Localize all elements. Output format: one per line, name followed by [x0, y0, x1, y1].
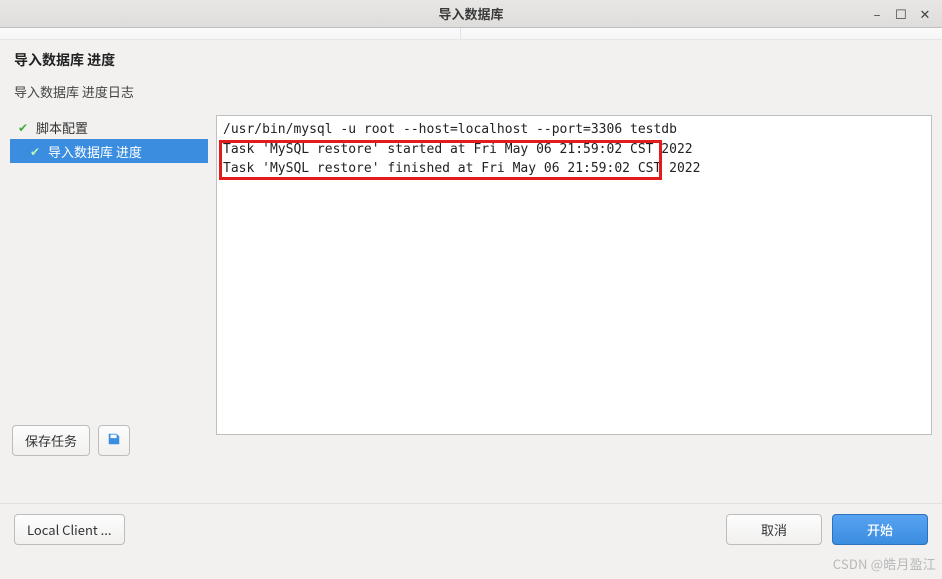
cancel-label: 取消	[761, 520, 787, 539]
start-button[interactable]: 开始	[832, 514, 928, 545]
tree-item-progress[interactable]: ✔ 导入数据库 进度	[10, 139, 208, 163]
titlebar: 导入数据库 – ☐ ✕	[0, 0, 942, 28]
page-title: 导入数据库 进度	[0, 40, 942, 76]
close-button[interactable]: ✕	[918, 7, 932, 21]
main-content: ✔ 脚本配置 ✔ 导入数据库 进度 保存任务 /usr/bin/mysql -u…	[0, 115, 942, 456]
tree-item-script-config[interactable]: ✔ 脚本配置	[10, 115, 208, 139]
check-icon: ✔	[30, 143, 42, 160]
page-subtitle: 导入数据库 进度日志	[0, 76, 942, 115]
maximize-button[interactable]: ☐	[894, 7, 908, 21]
footer-actions: 取消 开始	[726, 514, 928, 545]
sidebar-actions: 保存任务	[10, 425, 208, 456]
log-line: Task 'MySQL restore' started at Fri May …	[223, 140, 925, 160]
sidebar: ✔ 脚本配置 ✔ 导入数据库 进度 保存任务	[10, 115, 208, 456]
export-script-button[interactable]	[98, 425, 130, 456]
save-icon	[107, 431, 121, 450]
save-task-button[interactable]: 保存任务	[12, 425, 90, 456]
window-title: 导入数据库	[0, 4, 942, 23]
minimize-button[interactable]: –	[870, 7, 884, 21]
local-client-button[interactable]: Local Client ...	[14, 514, 125, 545]
local-client-label: Local Client ...	[27, 520, 112, 539]
save-task-label: 保存任务	[25, 431, 77, 450]
tree-item-label: 导入数据库 进度	[48, 142, 142, 161]
cancel-button[interactable]: 取消	[726, 514, 822, 545]
log-panel[interactable]: /usr/bin/mysql -u root --host=localhost …	[216, 115, 932, 435]
watermark: CSDN @皓月盈江	[833, 554, 936, 573]
log-line: Task 'MySQL restore' finished at Fri May…	[223, 159, 925, 179]
window-controls: – ☐ ✕	[870, 0, 938, 28]
check-icon: ✔	[18, 119, 30, 136]
footer: Local Client ... 取消 开始	[0, 503, 942, 579]
decor-strip	[0, 28, 942, 40]
step-tree: ✔ 脚本配置 ✔ 导入数据库 进度	[10, 115, 208, 163]
tree-item-label: 脚本配置	[36, 118, 88, 137]
start-label: 开始	[867, 520, 893, 539]
log-line: /usr/bin/mysql -u root --host=localhost …	[223, 120, 925, 140]
